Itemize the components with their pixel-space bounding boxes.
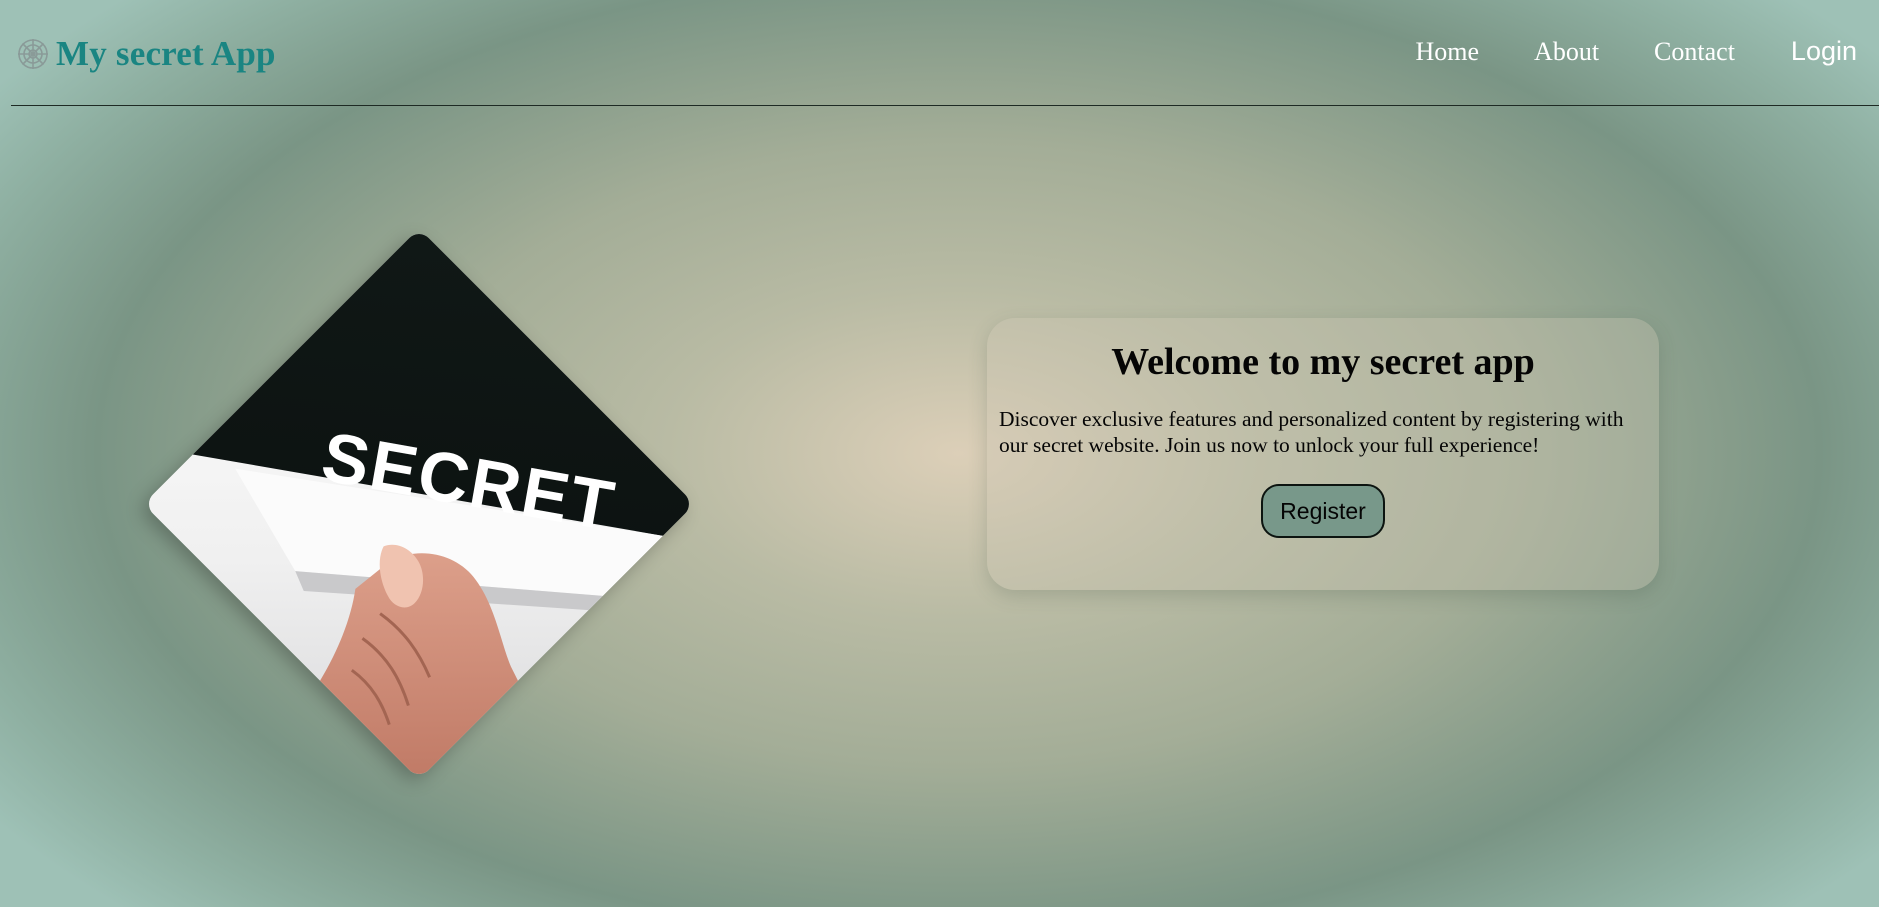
welcome-title: Welcome to my secret app [1111, 341, 1535, 383]
register-button[interactable]: Register [1261, 484, 1385, 538]
main-nav: Home About Contact Login [1361, 36, 1858, 67]
brand[interactable]: My secret App [16, 32, 276, 76]
hero-image: SECRET [143, 228, 695, 780]
welcome-description: Discover exclusive features and personal… [999, 407, 1624, 457]
nav-login-link[interactable]: Login [1791, 36, 1857, 67]
header-divider [11, 105, 1879, 106]
nav-about-link[interactable]: About [1534, 37, 1599, 67]
brand-title: My secret App [56, 34, 276, 73]
secret-card-image: SECRET [143, 228, 695, 780]
web-icon [16, 37, 50, 71]
site-header: My secret App Home About Contact Login [0, 0, 1879, 106]
welcome-card: Welcome to my secret app Discover exclus… [987, 318, 1659, 590]
nav-contact-link[interactable]: Contact [1654, 37, 1735, 67]
nav-home-link[interactable]: Home [1416, 37, 1480, 67]
